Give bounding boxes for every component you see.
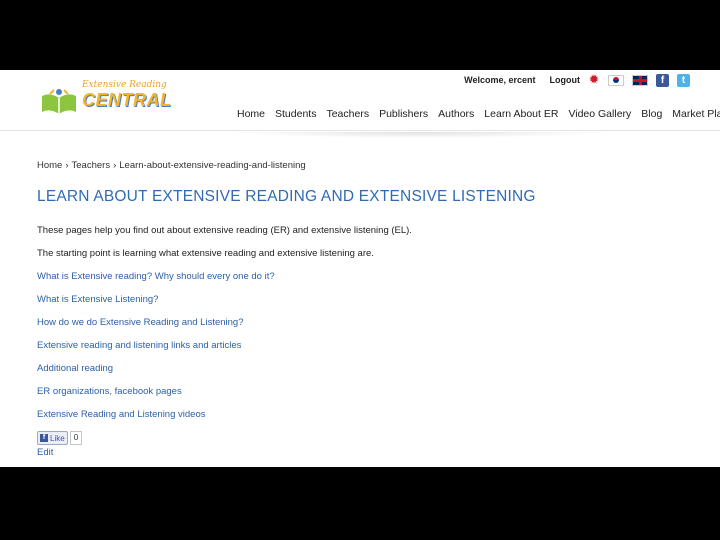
twitter-icon[interactable]: t	[677, 73, 690, 87]
page-title: LEARN ABOUT EXTENSIVE READING AND EXTENS…	[37, 188, 536, 205]
breadcrumb-teachers[interactable]: Teachers	[72, 160, 111, 171]
page-content: Welcome, ercent Logout ✹ f t Extensive R…	[0, 70, 720, 467]
top-bar: Welcome, ercent Logout ✹ f t	[464, 72, 690, 88]
breadcrumb: Home › Teachers › Learn-about-extensive-read…	[37, 160, 306, 171]
welcome-text: Welcome, ercent	[464, 75, 536, 85]
link-links-and-articles[interactable]: Extensive reading and listening links an…	[37, 340, 241, 351]
link-additional-reading[interactable]: Additional reading	[37, 363, 113, 374]
breadcrumb-separator: ›	[113, 160, 117, 171]
breadcrumb-home[interactable]: Home	[37, 160, 62, 171]
link-videos[interactable]: Extensive Reading and Listening videos	[37, 409, 205, 420]
like-count: 0	[69, 431, 83, 445]
header-shadow	[230, 132, 610, 138]
korea-flag-icon[interactable]	[608, 74, 624, 86]
nav-authors[interactable]: Authors	[438, 108, 474, 120]
nav-market-place[interactable]: Market Place	[672, 108, 720, 120]
site-logo[interactable]: Extensive Reading CENTRAL	[40, 80, 171, 116]
intro-paragraph-1: These pages help you find out about exte…	[37, 225, 412, 236]
breadcrumb-current: Learn-about-extensive-reading-and-listen…	[119, 160, 306, 171]
nav-publishers[interactable]: Publishers	[379, 108, 428, 120]
nav-students[interactable]: Students	[275, 108, 316, 120]
facebook-icon: f	[40, 434, 48, 442]
uk-flag-icon[interactable]	[632, 74, 648, 86]
breadcrumb-separator: ›	[65, 160, 69, 171]
header-divider	[0, 130, 720, 131]
like-button[interactable]: f Like	[37, 431, 68, 445]
logo-tagline: Extensive Reading	[82, 80, 167, 90]
link-what-is-extensive-reading[interactable]: What is Extensive reading? Why should ev…	[37, 271, 275, 282]
nav-teachers[interactable]: Teachers	[326, 108, 369, 120]
intro-paragraph-2: The starting point is learning what exte…	[37, 248, 374, 259]
nav-video-gallery[interactable]: Video Gallery	[568, 108, 631, 120]
like-label: Like	[50, 433, 65, 443]
maple-leaf-icon[interactable]: ✹	[588, 74, 600, 86]
link-what-is-extensive-listening[interactable]: What is Extensive Listening?	[37, 294, 158, 305]
logout-link[interactable]: Logout	[550, 75, 581, 85]
nav-home[interactable]: Home	[237, 108, 265, 120]
facebook-icon[interactable]: f	[656, 73, 669, 87]
nav-blog[interactable]: Blog	[641, 108, 662, 120]
link-how-to-do-er-el[interactable]: How do we do Extensive Reading and Liste…	[37, 317, 244, 328]
link-er-organizations[interactable]: ER organizations, facebook pages	[37, 386, 182, 397]
nav-learn-about-er[interactable]: Learn About ER	[484, 108, 558, 120]
main-nav: Home Students Teachers Publishers Author…	[237, 108, 720, 120]
edit-link[interactable]: Edit	[37, 447, 53, 458]
logo-brand: CENTRAL	[82, 90, 172, 110]
open-book-icon	[42, 89, 76, 114]
facebook-like-widget: f Like 0	[37, 431, 83, 445]
